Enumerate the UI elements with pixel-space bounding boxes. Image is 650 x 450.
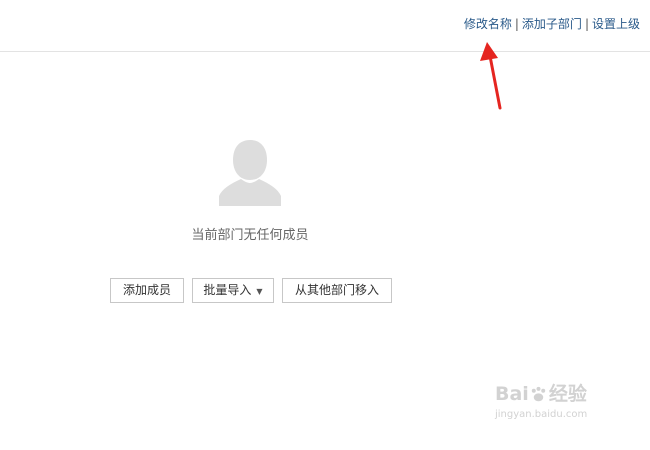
- department-header: 修改名称 | 添加子部门 | 设置上级: [0, 0, 650, 52]
- header-actions: 修改名称 | 添加子部门 | 设置上级: [464, 16, 640, 32]
- watermark-site: jingyan.baidu.com: [495, 409, 588, 420]
- paw-icon: [531, 386, 546, 401]
- batch-import-button[interactable]: 批量导入 ▼: [192, 278, 274, 303]
- user-silhouette-icon: [219, 140, 281, 206]
- member-actions: 添加成员 批量导入 ▼ 从其他部门移入: [110, 278, 392, 303]
- empty-members-state: 当前部门无任何成员: [0, 140, 500, 245]
- dropdown-caret-icon: ▼: [256, 286, 263, 296]
- batch-import-label: 批量导入: [203, 283, 252, 297]
- watermark-logo: Bai 经验: [495, 383, 630, 405]
- watermark-brand-left: Bai: [495, 383, 529, 405]
- set-parent-link[interactable]: 设置上级: [592, 16, 640, 32]
- rename-department-link[interactable]: 修改名称: [464, 16, 512, 32]
- empty-state-message: 当前部门无任何成员: [191, 228, 309, 243]
- baidu-experience-watermark: Bai 经验 jingyan.baidu.com: [495, 383, 630, 438]
- separator: |: [584, 17, 589, 31]
- add-subdepartment-link[interactable]: 添加子部门: [522, 16, 582, 32]
- add-member-button[interactable]: 添加成员: [110, 278, 184, 303]
- move-from-other-department-button[interactable]: 从其他部门移入: [282, 278, 392, 303]
- watermark-brand-right: 经验: [548, 383, 587, 405]
- separator: |: [514, 17, 519, 31]
- department-page: 修改名称 | 添加子部门 | 设置上级 当前部门无任何成员 添加成员 批量导入 …: [0, 0, 650, 450]
